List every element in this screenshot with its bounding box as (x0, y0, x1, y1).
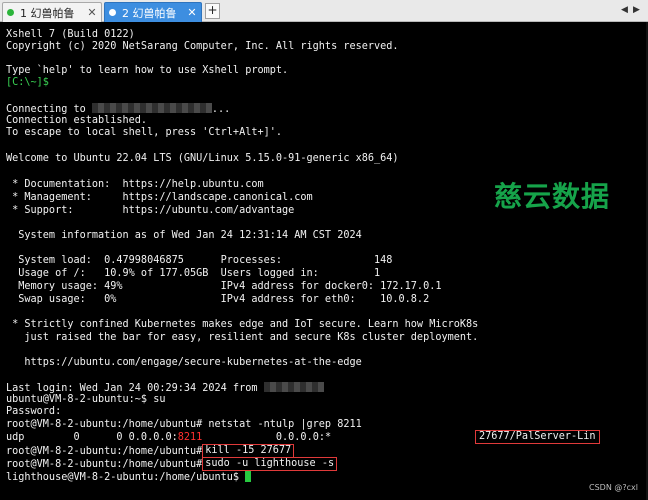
terminal-line: * Support: https://ubuntu.com/advantage (6, 205, 295, 216)
local-prompt: [C:\~]$ (6, 77, 49, 88)
terminal-line: * Documentation: https://help.ubuntu.com (6, 179, 264, 190)
terminal-line: ubuntu@VM-8-2-ubuntu:~$ su (6, 394, 166, 405)
credit-text: CSDN @?cxl (589, 483, 638, 492)
connecting-text: Connecting to (6, 104, 92, 115)
final-prompt: lighthouse@VM-8-2-ubuntu:/home/ubuntu$ (6, 472, 246, 483)
cursor (245, 471, 252, 482)
terminal-line: Welcome to Ubuntu 22.04 LTS (GNU/Linux 5… (6, 153, 399, 164)
terminal-line: Swap usage: 0% IPv4 address for eth0: 10… (6, 294, 430, 305)
terminal-line: Copyright (c) 2020 NetSarang Computer, I… (6, 41, 399, 52)
terminal-line: Password: (6, 406, 62, 417)
udp-line: udp 0 0 0.0.0.0:8211 0.0.0.0:* (6, 432, 331, 444)
terminal-line: Usage of /: 10.9% of 177.05GB Users logg… (6, 268, 381, 279)
status-dot-icon (109, 9, 116, 16)
terminal-line: Connection established. (6, 115, 148, 126)
terminal-line: Memory usage: 49% IPv4 address for docke… (6, 281, 442, 292)
scroll-tabs-right-icon[interactable]: ▶ (633, 5, 640, 15)
tab-label: 2 幻兽帕鲁 (122, 6, 177, 20)
terminal-line: just raised the bar for easy, resilient … (6, 332, 479, 343)
close-tab-icon[interactable]: ✕ (187, 6, 197, 19)
tab-session-2[interactable]: 2 幻兽帕鲁 ✕ (104, 2, 202, 22)
kill-line: root@VM-8-2-ubuntu:/home/ubuntu# kill -15… (6, 444, 295, 458)
terminal-line: System information as of Wed Jan 24 12:3… (6, 230, 362, 241)
scroll-tabs-left-icon[interactable]: ◀ (621, 5, 628, 15)
terminal-line: Connecting to ... (6, 103, 230, 115)
redacted-ip (263, 382, 324, 392)
udp-middle: 0.0.0.0:* (202, 432, 332, 443)
add-tab-button[interactable]: + (205, 3, 220, 19)
terminal-line: Type `help' to learn how to use Xshell p… (6, 65, 289, 76)
final-prompt-line: lighthouse@VM-8-2-ubuntu:/home/ubuntu$ (6, 471, 252, 483)
terminal-line: * Management: https://landscape.canonica… (6, 192, 313, 203)
process-highlight-box: 27677/PalServer-Lin (475, 430, 600, 444)
sudo-command-box: sudo -u lighthouse -s (202, 457, 338, 471)
tab-session-1[interactable]: 1 幻兽帕鲁 ✕ (2, 2, 102, 22)
terminal-line: Xshell 7 (Build 0122) (6, 29, 135, 40)
redacted-host (91, 103, 212, 113)
udp-prefix: udp 0 0 0.0.0.0: (6, 432, 178, 443)
root-prompt: root@VM-8-2-ubuntu:/home/ubuntu# (6, 459, 203, 470)
terminal-line: root@VM-8-2-ubuntu:/home/ubuntu# netstat… (6, 419, 362, 430)
connecting-suffix: ... (211, 104, 231, 115)
terminal-line: https://ubuntu.com/engage/secure-kuberne… (6, 357, 362, 368)
terminal-line: System load: 0.47998046875 Processes: 14… (6, 255, 393, 266)
watermark: 慈云数据 (494, 180, 611, 213)
terminal-line: To escape to local shell, press 'Ctrl+Al… (6, 127, 283, 138)
status-dot-icon (7, 9, 14, 16)
last-login-text: Last login: Wed Jan 24 00:29:34 2024 fro… (6, 383, 264, 394)
close-tab-icon[interactable]: ✕ (87, 6, 97, 19)
root-prompt: root@VM-8-2-ubuntu:/home/ubuntu# (6, 446, 203, 457)
sudo-line: root@VM-8-2-ubuntu:/home/ubuntu# sudo -u … (6, 457, 338, 471)
terminal-output[interactable]: Xshell 7 (Build 0122) Copyright (c) 2020… (0, 23, 648, 500)
tab-label: 1 幻兽帕鲁 (20, 6, 75, 20)
kill-command-box: kill -15 27677 (202, 444, 295, 458)
port-highlight: 8211 (177, 432, 203, 443)
terminal-line: * Strictly confined Kubernetes makes edg… (6, 319, 479, 330)
tab-bar: 1 幻兽帕鲁 ✕ 2 幻兽帕鲁 ✕ + ◀ ▶ (0, 0, 648, 22)
terminal-line: Last login: Wed Jan 24 00:29:34 2024 fro… (6, 382, 324, 394)
